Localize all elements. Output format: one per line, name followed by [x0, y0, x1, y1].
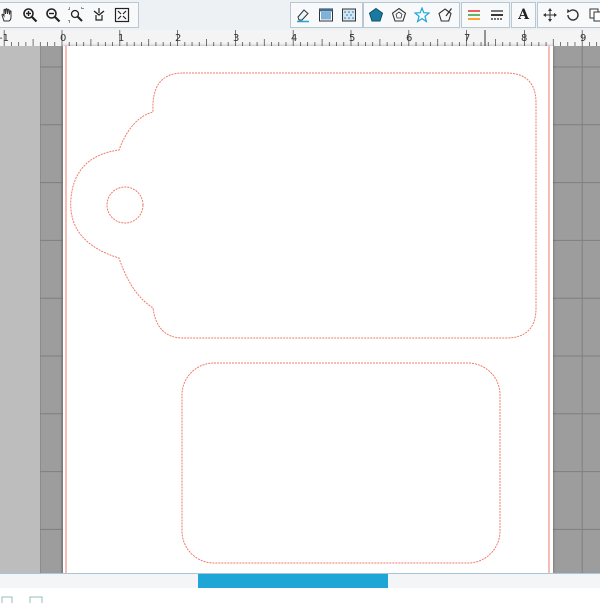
- pentagon-outline-icon[interactable]: [387, 3, 410, 27]
- ruler-label: 3: [233, 33, 239, 44]
- ruler-label: 1: [118, 33, 124, 44]
- pentagon-filled-icon[interactable]: [364, 3, 387, 27]
- ruler-ticks: [4, 30, 596, 46]
- text-tool-icon[interactable]: A: [512, 3, 535, 27]
- ruler-label: 8: [521, 33, 527, 44]
- design-shapes: [63, 46, 553, 573]
- horizontal-scrollbar[interactable]: [0, 573, 600, 589]
- shapes-group: [363, 2, 460, 28]
- pan-hand-icon[interactable]: [0, 3, 18, 27]
- eraser-fill-group: [290, 2, 363, 28]
- lines-group: [461, 2, 510, 28]
- view-tools-group: [0, 2, 139, 28]
- canvas-area[interactable]: [0, 46, 600, 573]
- status-add-tab-icon[interactable]: [30, 597, 42, 603]
- polygon-draw-icon[interactable]: [433, 3, 456, 27]
- rotate-icon[interactable]: [561, 3, 584, 27]
- rounded-rectangle-tag-shape[interactable]: [182, 363, 500, 563]
- tag-hole-circle[interactable]: [107, 187, 143, 223]
- text-tool-label: A: [518, 7, 529, 23]
- line-style-icon[interactable]: [485, 3, 508, 27]
- horizontal-scrollbar-thumb[interactable]: [198, 574, 388, 588]
- top-ruler: -1 0 1 2 3 4 5 6 7 8 9: [0, 30, 600, 47]
- page-sheet[interactable]: [63, 46, 553, 573]
- fit-window-icon[interactable]: [110, 3, 133, 27]
- replicate-icon[interactable]: [584, 3, 600, 27]
- ruler-label: 0: [60, 33, 66, 44]
- ruler-label: 9: [580, 33, 586, 44]
- status-bar: [0, 588, 600, 600]
- zoom-selection-icon[interactable]: [64, 3, 87, 27]
- ruler-label: 6: [406, 33, 412, 44]
- toolbar: A: [0, 0, 600, 31]
- fit-page-icon[interactable]: [87, 3, 110, 27]
- ruler-label: 2: [175, 33, 181, 44]
- fill-window-icon[interactable]: [314, 3, 337, 27]
- transform-group: [537, 2, 600, 28]
- ruler-label: -1: [0, 33, 9, 44]
- scalloped-gift-tag-shape[interactable]: [71, 73, 536, 338]
- status-tab-icon[interactable]: [2, 597, 12, 603]
- move-arrows-icon[interactable]: [538, 3, 561, 27]
- zoom-out-icon[interactable]: [41, 3, 64, 27]
- ruler-labels: -1 0 1 2 3 4 5 6 7 8 9: [0, 33, 586, 44]
- zoom-in-icon[interactable]: [18, 3, 41, 27]
- ruler-label: 5: [349, 33, 355, 44]
- line-color-icon[interactable]: [462, 3, 485, 27]
- star-outline-icon[interactable]: [410, 3, 433, 27]
- pattern-fill-icon[interactable]: [337, 3, 360, 27]
- text-group: A: [511, 2, 536, 28]
- eraser-icon[interactable]: [291, 3, 314, 27]
- ruler-label: 7: [464, 33, 470, 44]
- ruler-label: 4: [291, 33, 297, 44]
